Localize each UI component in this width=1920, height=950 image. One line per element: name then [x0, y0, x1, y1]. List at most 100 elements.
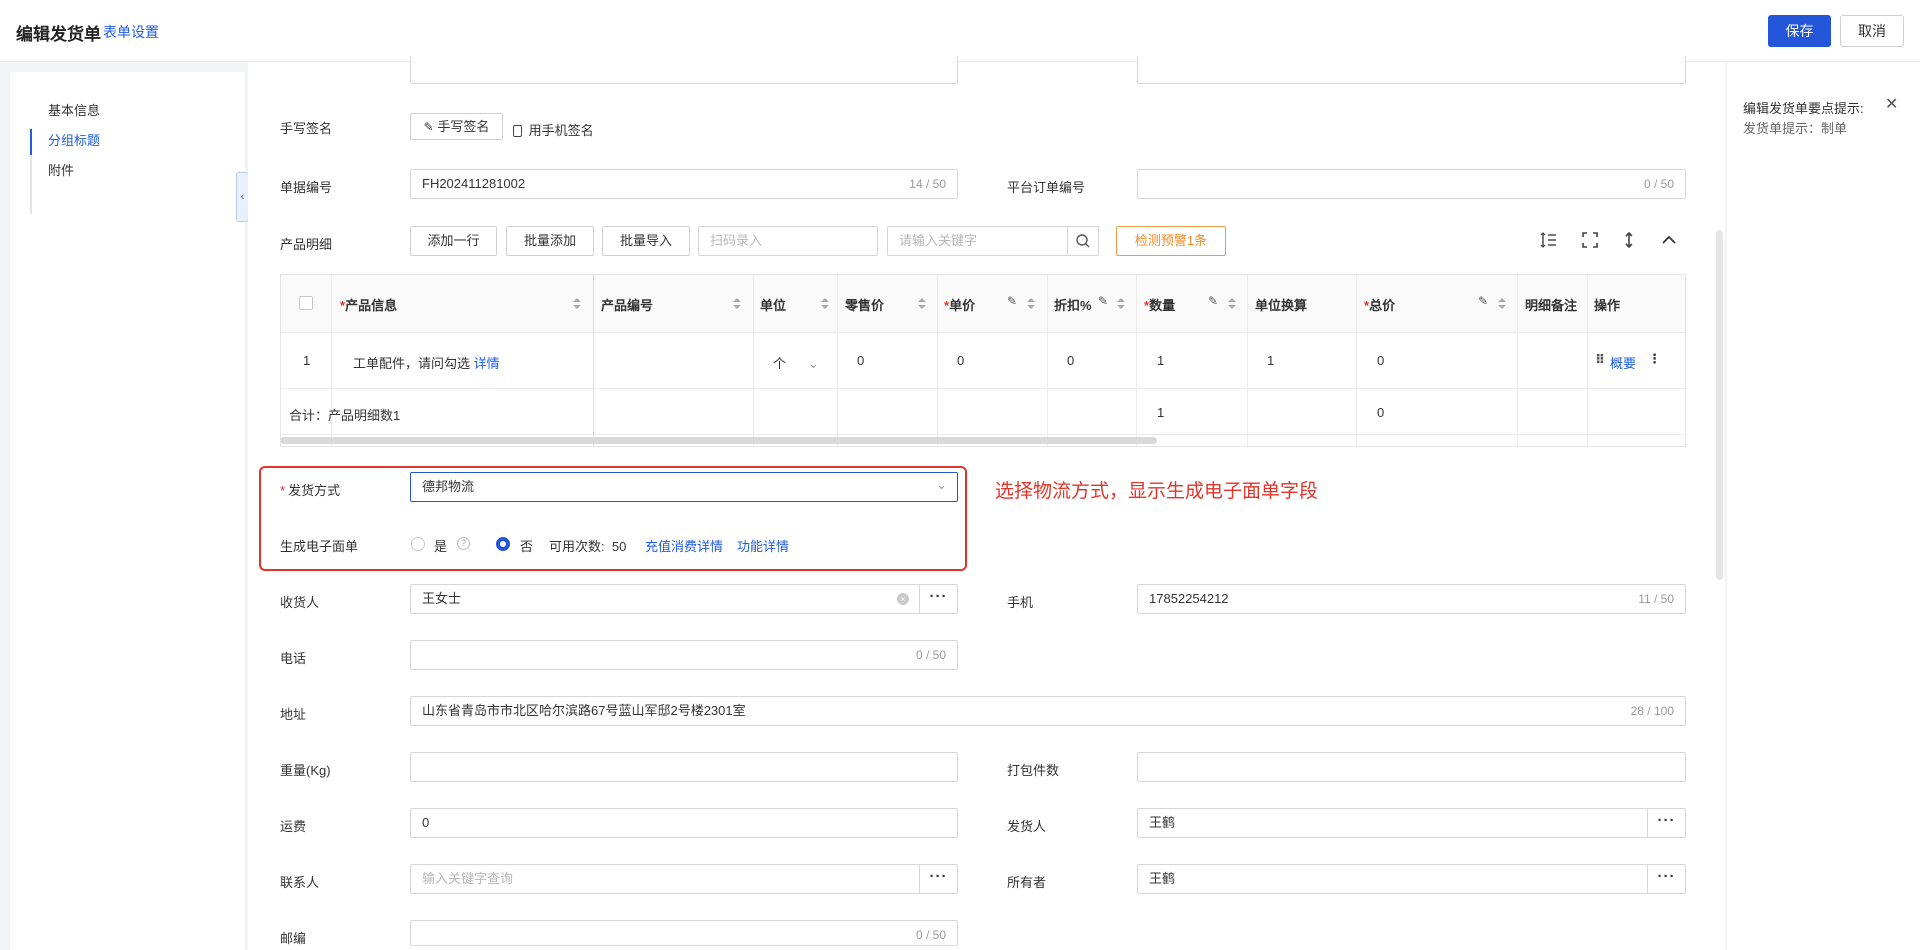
header-unit[interactable]: 单位: [760, 295, 786, 314]
shipping-method-select[interactable]: 德邦物流 ⌄: [410, 472, 958, 502]
sort-icon[interactable]: [573, 298, 581, 310]
header-unit-conversion[interactable]: 单位换算: [1255, 295, 1307, 314]
row-quantity[interactable]: 1: [1157, 353, 1164, 368]
more-vertical-icon[interactable]: ⋮: [1648, 351, 1661, 367]
phone-input[interactable]: 0 / 50: [410, 640, 958, 670]
header-unit-price[interactable]: *单价: [944, 295, 975, 314]
summary-label: 合计：产品明细数1: [289, 408, 401, 423]
detail-link[interactable]: 详情: [474, 356, 500, 371]
nav-active-indicator: [30, 129, 32, 155]
sort-icon[interactable]: [821, 298, 829, 310]
e-waybill-no-radio[interactable]: [496, 537, 510, 551]
header-product-code[interactable]: 产品编号: [601, 295, 653, 314]
row-product-info[interactable]: 工单配件，请问勾选 详情: [353, 353, 500, 372]
shipper-input[interactable]: 王鹤 ···: [1137, 808, 1686, 838]
receiver-label: 收货人: [280, 595, 320, 610]
row-height-icon[interactable]: [1540, 231, 1558, 252]
doc-no-label: 单据编号: [280, 180, 333, 195]
nav-item-attachment[interactable]: 附件: [48, 160, 74, 179]
cut-off-field[interactable]: [1137, 56, 1686, 84]
row-unit-select[interactable]: 个 ⌄: [773, 353, 819, 372]
section-nav: 基本信息 分组标题 附件: [10, 72, 245, 950]
edit-icon[interactable]: ✎: [1478, 294, 1488, 308]
table-horizontal-scrollbar[interactable]: [280, 437, 1157, 444]
header-product-info[interactable]: *产品信息: [340, 295, 397, 314]
row-unit-conversion[interactable]: 1: [1267, 353, 1274, 368]
more-options-button[interactable]: ···: [1647, 865, 1685, 893]
more-options-button[interactable]: ···: [919, 585, 957, 613]
row-retail-price[interactable]: 0: [857, 353, 864, 368]
phone-sign-button[interactable]: 用手机签名: [513, 120, 594, 139]
header-total[interactable]: *总价: [1364, 295, 1395, 314]
drag-handle-icon[interactable]: ⠿: [1595, 352, 1605, 368]
search-icon[interactable]: [1067, 227, 1098, 255]
address-input[interactable]: 山东省青岛市市北区哈尔滨路67号蓝山军邸2号楼2301室 28 / 100: [410, 696, 1686, 726]
platform-no-count: 0 / 50: [1643, 177, 1674, 191]
batch-import-button[interactable]: 批量导入: [602, 226, 690, 256]
help-icon[interactable]: ?: [457, 537, 470, 550]
phone-sign-label: 用手机签名: [528, 123, 594, 138]
zipcode-input[interactable]: 0 / 50: [410, 920, 958, 946]
save-button[interactable]: 保存: [1768, 15, 1831, 47]
sort-icon[interactable]: [1498, 298, 1506, 310]
tips-title: 编辑发货单要点提示:: [1743, 101, 1864, 116]
chevron-down-icon: ⌄: [936, 477, 947, 492]
page-scrollbar[interactable]: [1716, 230, 1723, 580]
package-count-input[interactable]: [1137, 752, 1686, 782]
header-discount[interactable]: 折扣%: [1054, 295, 1092, 314]
header-remark[interactable]: 明细备注: [1525, 295, 1577, 314]
receiver-input[interactable]: 王女士 × ···: [410, 584, 958, 614]
doc-no-input[interactable]: FH202411281002 14 / 50: [410, 169, 958, 199]
recharge-detail-link[interactable]: 充值消费详情: [645, 536, 723, 555]
e-waybill-yes-radio[interactable]: [411, 537, 425, 551]
scan-input[interactable]: 扫码录入: [698, 226, 878, 256]
sort-icon[interactable]: [1117, 298, 1125, 310]
keyword-search-input[interactable]: 请输入关键字: [887, 226, 1099, 256]
nav-item-group-title[interactable]: 分组标题: [48, 130, 100, 149]
clear-icon[interactable]: ×: [897, 593, 909, 605]
e-waybill-label: 生成电子面单: [280, 539, 359, 554]
add-row-button[interactable]: 添加一行: [410, 226, 497, 256]
chevron-up-icon[interactable]: [1660, 231, 1678, 252]
header-quantity[interactable]: *数量: [1144, 295, 1175, 314]
chevron-down-icon: ⌄: [808, 356, 819, 371]
top-bar: 编辑发货单 表单设置 保存 取消: [0, 0, 1920, 62]
row-discount[interactable]: 0: [1067, 353, 1074, 368]
summary-link[interactable]: 概要: [1610, 353, 1636, 372]
sort-icon[interactable]: [733, 298, 741, 310]
sort-icon[interactable]: [1027, 298, 1035, 310]
mobile-value: 17852254212: [1149, 591, 1229, 606]
form-settings-link[interactable]: 表单设置: [103, 22, 159, 42]
edit-icon[interactable]: ✎: [1007, 294, 1017, 308]
mobile-input[interactable]: 17852254212 11 / 50: [1137, 584, 1686, 614]
address-value: 山东省青岛市市北区哈尔滨路67号蓝山军邸2号楼2301室: [422, 703, 746, 718]
select-all-checkbox[interactable]: [299, 296, 313, 310]
cancel-button[interactable]: 取消: [1840, 15, 1904, 47]
close-icon[interactable]: ✕: [1885, 94, 1898, 114]
cut-off-date-field[interactable]: [410, 56, 958, 84]
row-unit-price[interactable]: 0: [957, 353, 964, 368]
expand-vertical-icon[interactable]: [1620, 231, 1638, 252]
owner-input[interactable]: 王鹤 ···: [1137, 864, 1686, 894]
feature-detail-link[interactable]: 功能详情: [737, 536, 789, 555]
fullscreen-icon[interactable]: [1581, 231, 1599, 252]
header-retail-price[interactable]: 零售价: [845, 295, 884, 314]
edit-icon[interactable]: ✎: [1208, 294, 1218, 308]
contact-input[interactable]: 输入关键字查询 ···: [410, 864, 958, 894]
more-options-button[interactable]: ···: [1647, 809, 1685, 837]
edit-icon[interactable]: ✎: [1098, 294, 1108, 308]
row-total[interactable]: 0: [1377, 353, 1384, 368]
more-options-button[interactable]: ···: [919, 865, 957, 893]
shipping-method-label: * 发货方式: [280, 483, 341, 498]
sort-icon[interactable]: [1228, 298, 1236, 310]
handwrite-sign-button[interactable]: ✎ 手写签名: [410, 113, 503, 140]
platform-no-input[interactable]: 0 / 50: [1137, 169, 1686, 199]
warning-check-button[interactable]: 检测预警1条: [1116, 226, 1226, 256]
weight-label: 重量(Kg): [280, 763, 331, 778]
freight-input[interactable]: 0: [410, 808, 958, 838]
sort-icon[interactable]: [918, 298, 926, 310]
zipcode-label: 邮编: [280, 931, 307, 946]
batch-add-button[interactable]: 批量添加: [506, 226, 594, 256]
nav-item-basic-info[interactable]: 基本信息: [48, 100, 100, 119]
weight-input[interactable]: [410, 752, 958, 782]
